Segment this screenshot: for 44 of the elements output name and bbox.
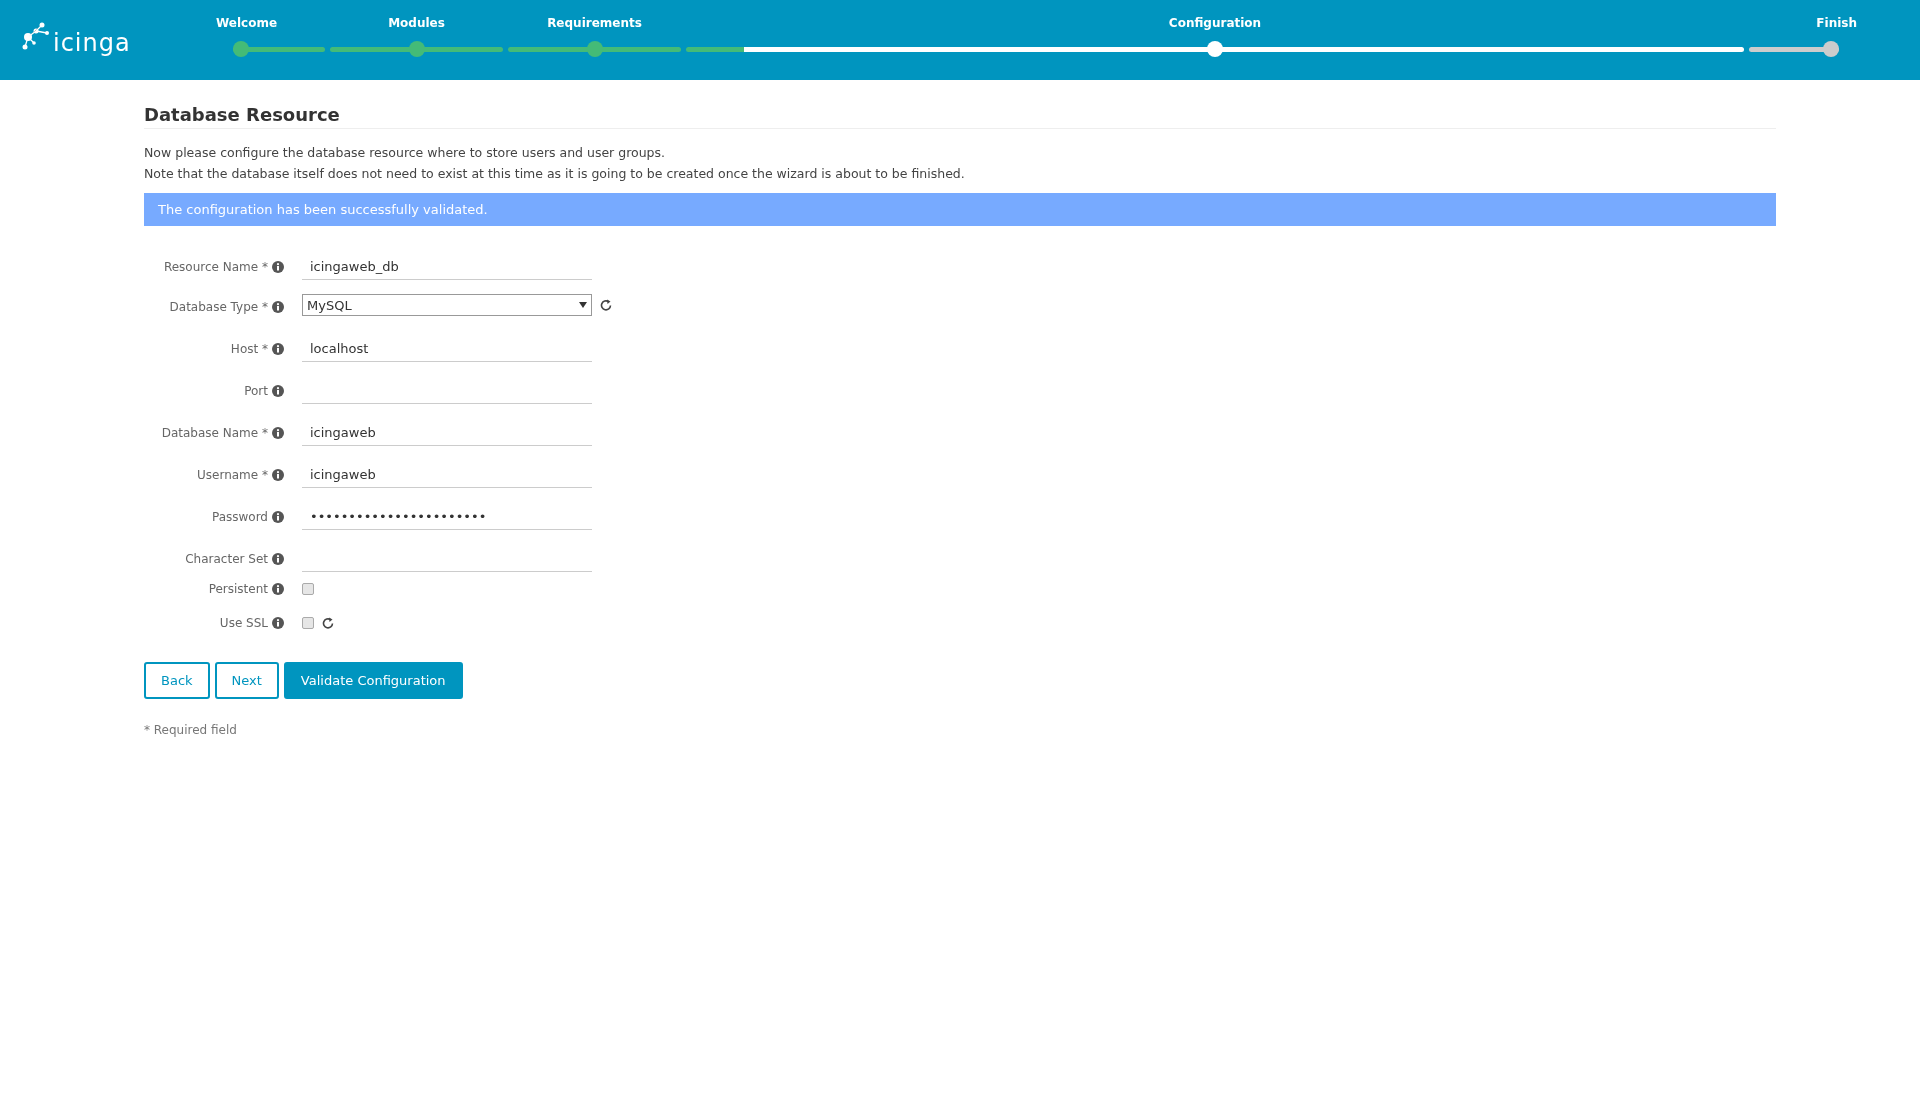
field-label: Username *: [197, 468, 268, 482]
field-label: Database Name *: [161, 426, 268, 440]
field-label: Port: [244, 384, 268, 398]
step-label[interactable]: Requirements: [547, 16, 642, 36]
step-label[interactable]: Finish: [1816, 16, 1857, 36]
field-label: Resource Name *: [163, 260, 268, 274]
step-dot[interactable]: [1823, 41, 1839, 57]
info-icon: [272, 427, 284, 439]
field-label: Persistent: [208, 582, 268, 596]
step-dot[interactable]: [408, 41, 425, 57]
field-label: Use SSL: [219, 616, 268, 630]
caret-icon: [579, 302, 587, 308]
nav-button[interactable]: Next: [214, 662, 279, 699]
field-label: Character Set: [185, 552, 268, 566]
field-label: Database Type *: [169, 300, 268, 314]
step-label[interactable]: Modules: [388, 16, 445, 36]
step-dot[interactable]: [233, 41, 249, 57]
info-icon: [272, 511, 284, 523]
info-icon: [272, 261, 284, 273]
info-icon: [272, 617, 284, 629]
page-title: Database Resource: [144, 104, 1776, 129]
field-label: Host *: [230, 342, 268, 356]
info-icon: [272, 385, 284, 397]
step-dot[interactable]: [586, 41, 603, 57]
logo-wordmark: icinga: [53, 29, 131, 57]
description-text: Now please configure the database resource where to store users and user groups.: [144, 145, 667, 160]
success-message: The configuration has been successfully validated.: [144, 193, 1776, 226]
checkbox[interactable]: [302, 583, 314, 595]
info-icon: [272, 553, 284, 565]
required-note: * Required field: [144, 723, 238, 737]
info-icon: [272, 301, 284, 313]
field-label: Password: [211, 510, 268, 524]
description-text: Note that the database itself does not need to exist at this time as it is going to be created once the wizard is about to be finished.: [144, 166, 966, 181]
step-dot[interactable]: [1207, 41, 1223, 57]
info-icon: [272, 343, 284, 355]
info-icon: [272, 583, 284, 595]
dropdown[interactable]: MySQL: [302, 294, 592, 316]
step-label[interactable]: Configuration: [1168, 16, 1262, 36]
info-icon: [272, 469, 284, 481]
validate-button[interactable]: Validate Configuration: [283, 662, 463, 699]
step-label[interactable]: Welcome: [216, 16, 278, 36]
checkbox[interactable]: [302, 617, 314, 629]
logo-icon: [21, 21, 51, 51]
nav-button[interactable]: Back: [144, 662, 210, 699]
